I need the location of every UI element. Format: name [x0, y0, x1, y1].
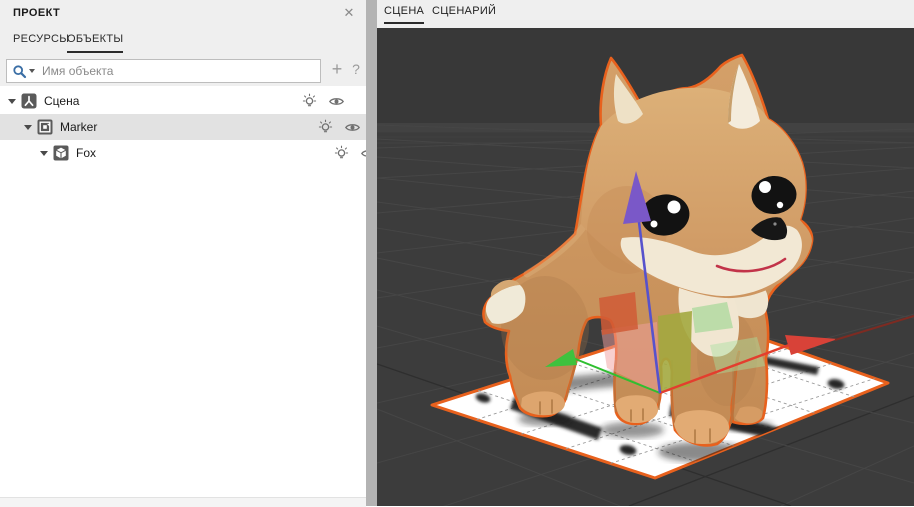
viewport-area: СЦЕНА СЦЕНАРИЙ	[377, 0, 914, 506]
eye-icon[interactable]	[328, 93, 345, 110]
search-box[interactable]	[6, 59, 321, 83]
search-filter-control[interactable]	[12, 64, 35, 79]
search-row: + ?	[0, 56, 366, 86]
tab-objects[interactable]: ОБЪЕКТЫ	[67, 33, 123, 53]
panel-splitter[interactable]	[366, 0, 377, 506]
tree-row-fox[interactable]: Fox	[0, 140, 406, 166]
gizmo-plane-red[interactable]	[599, 292, 638, 335]
project-panel-header: ПРОЕКТ ✕ РЕСУРСЫ ОБЪЕКТЫ + ?	[0, 0, 366, 86]
tab-resources[interactable]: РЕСУРСЫ	[13, 33, 69, 51]
object-tree: Сцена Marker	[0, 88, 366, 166]
add-button[interactable]: +	[328, 57, 346, 81]
tree-label: Marker	[60, 120, 317, 134]
gizmo-plane-olive[interactable]	[658, 311, 692, 393]
expander-icon[interactable]	[40, 151, 48, 156]
tree-label: Fox	[76, 146, 333, 160]
tree-row-scene[interactable]: Сцена	[0, 88, 374, 114]
lamp-icon[interactable]	[301, 93, 318, 110]
marker-icon	[37, 119, 53, 135]
panel-tabbar: РЕСУРСЫ ОБЪЕКТЫ	[0, 28, 366, 54]
viewport-3d[interactable]	[377, 28, 914, 506]
expander-icon[interactable]	[8, 99, 16, 104]
project-panel: ПРОЕКТ ✕ РЕСУРСЫ ОБЪЕКТЫ + ?	[0, 0, 366, 506]
lamp-icon[interactable]	[317, 119, 334, 136]
search-dropdown-caret	[29, 69, 35, 73]
search-input[interactable]	[40, 63, 320, 79]
expander-icon[interactable]	[24, 125, 32, 130]
scene-icon	[21, 93, 37, 109]
lamp-icon[interactable]	[333, 145, 350, 162]
search-icon	[12, 64, 27, 79]
help-button[interactable]: ?	[348, 58, 364, 80]
viewport-tabbar: СЦЕНА СЦЕНАРИЙ	[377, 0, 914, 28]
tab-scenario[interactable]: СЦЕНАРИЙ	[432, 5, 496, 22]
tab-scene[interactable]: СЦЕНА	[384, 5, 424, 24]
tree-row-marker[interactable]: Marker	[0, 114, 390, 140]
close-icon[interactable]: ✕	[340, 4, 358, 22]
panel-title: ПРОЕКТ	[13, 7, 60, 19]
model-cube-icon	[53, 145, 69, 161]
eye-icon[interactable]	[344, 119, 361, 136]
tree-label: Сцена	[44, 94, 301, 108]
